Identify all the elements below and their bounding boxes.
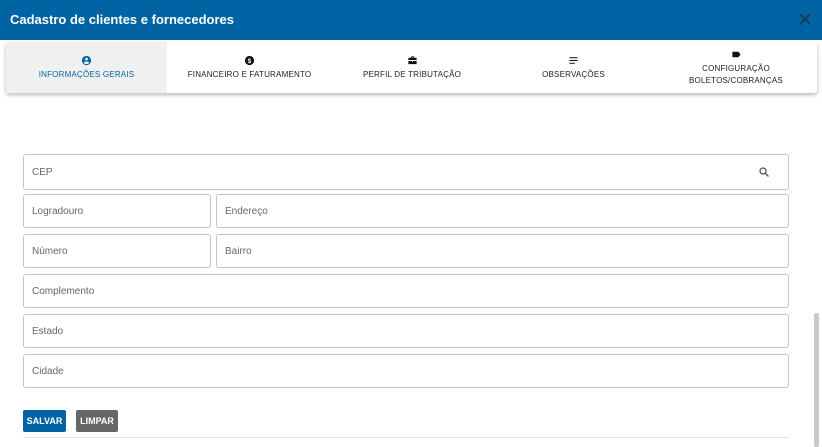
logradouro-input[interactable]: [24, 195, 210, 227]
briefcase-icon: [407, 55, 417, 64]
close-icon[interactable]: [798, 12, 812, 26]
cep-field[interactable]: [23, 154, 789, 190]
search-icon[interactable]: [758, 166, 770, 178]
tab-financeiro[interactable]: $ FINANCEIRO E FATURAMENTO: [167, 42, 332, 93]
estado-input[interactable]: [24, 315, 788, 347]
label-tag-icon: [731, 51, 741, 57]
endereco-field[interactable]: [216, 194, 789, 228]
clear-button[interactable]: LIMPAR: [76, 410, 118, 432]
complemento-field[interactable]: [23, 274, 789, 308]
logradouro-field[interactable]: [23, 194, 211, 228]
tab-label: CONFIGURAÇÃO BOLETOS/COBRANÇAS: [689, 63, 783, 85]
tab-bar: INFORMAÇÕES GERAIS $ FINANCEIRO E FATURA…: [6, 42, 817, 93]
cep-input[interactable]: [24, 155, 788, 189]
complemento-input[interactable]: [24, 275, 788, 307]
tab-label: OBSERVAÇÕES: [542, 69, 605, 79]
tab-label: PERFIL DE TRIBUTAÇÃO: [362, 69, 462, 79]
tab-label: INFORMAÇÕES GERAIS: [38, 69, 135, 79]
divider: [23, 437, 789, 438]
cidade-field[interactable]: [23, 354, 789, 388]
numero-field[interactable]: [23, 234, 211, 268]
cidade-input[interactable]: [24, 355, 788, 387]
tab-perfil-tributacao[interactable]: PERFIL DE TRIBUTAÇÃO: [332, 42, 492, 93]
tab-label: FINANCEIRO E FATURAMENTO: [187, 69, 312, 79]
tab-informacoes-gerais[interactable]: INFORMAÇÕES GERAIS: [6, 42, 167, 93]
dialog-header: Cadastro de clientes e fornecedores: [0, 0, 822, 40]
bairro-input[interactable]: [217, 235, 788, 267]
dialog-title: Cadastro de clientes e fornecedores: [10, 12, 234, 27]
numero-input[interactable]: [24, 235, 210, 267]
tab-observacoes[interactable]: OBSERVAÇÕES: [492, 42, 655, 93]
save-button[interactable]: SALVAR: [23, 410, 66, 432]
scrollbar-thumb[interactable]: [814, 313, 819, 447]
svg-text:$: $: [248, 57, 252, 64]
account-circle-icon: [81, 55, 92, 65]
endereco-input[interactable]: [217, 195, 788, 227]
bairro-field[interactable]: [216, 234, 789, 268]
tab-configuracao-boletos[interactable]: CONFIGURAÇÃO BOLETOS/COBRANÇAS: [655, 42, 817, 93]
notes-icon: [569, 56, 578, 64]
estado-field[interactable]: [23, 314, 789, 348]
dollar-circle-icon: $: [244, 55, 255, 65]
